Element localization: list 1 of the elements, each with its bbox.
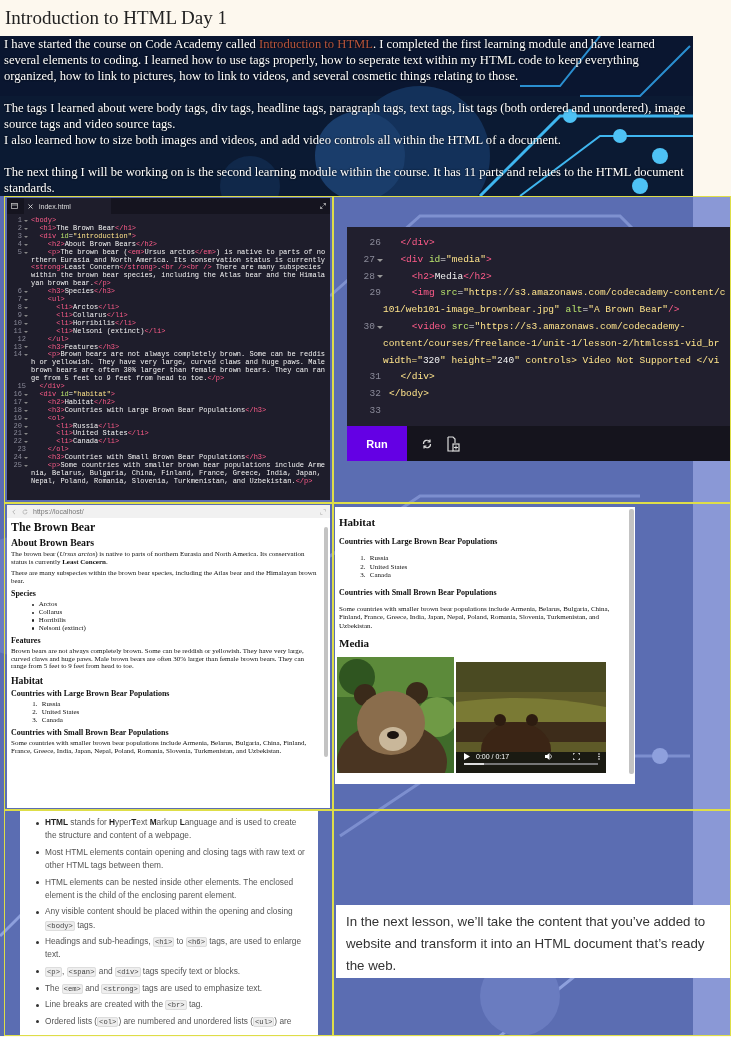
post-title: Introduction to HTML Day 1: [4, 6, 228, 30]
